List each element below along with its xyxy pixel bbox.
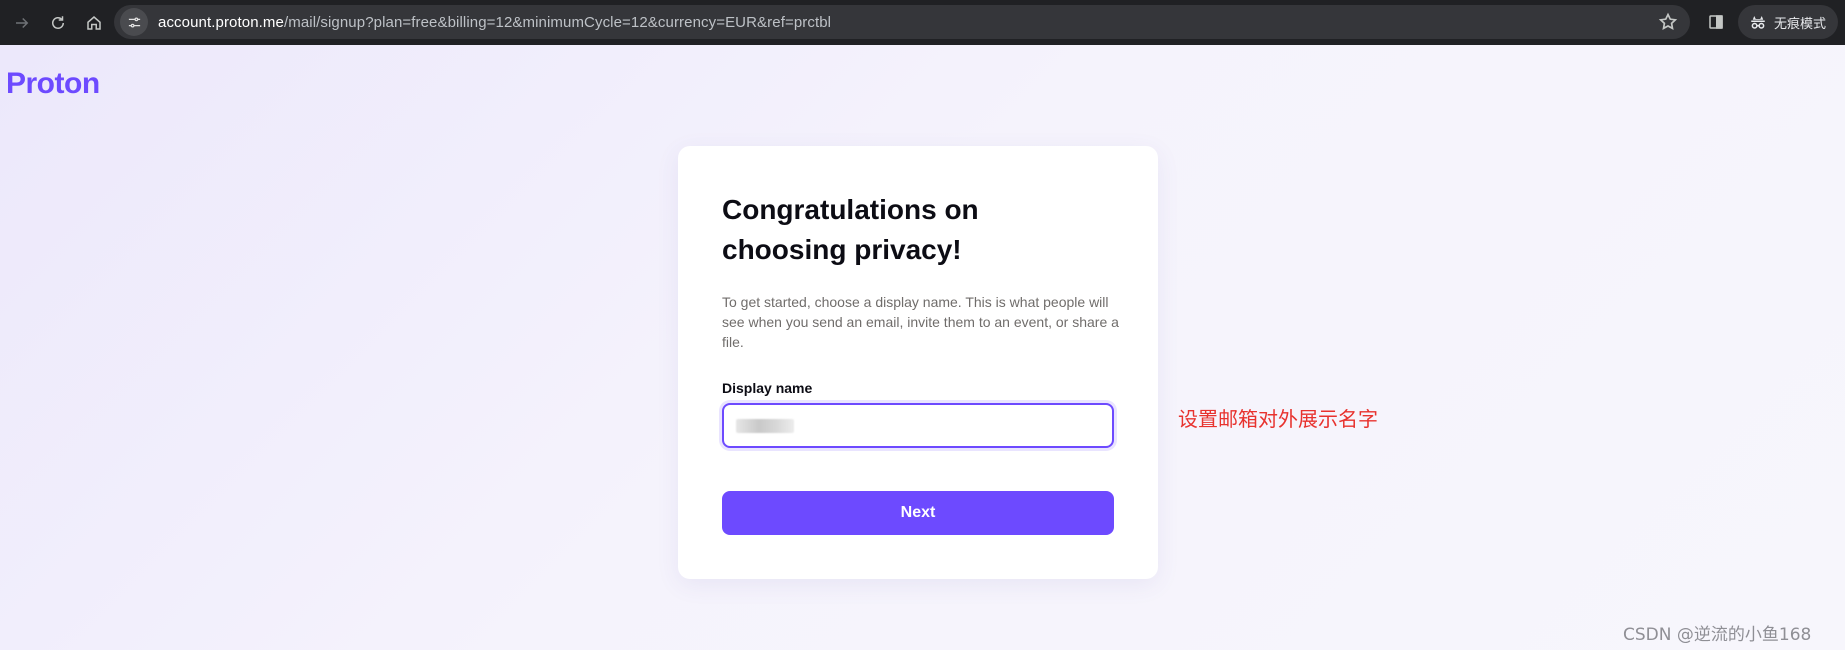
site-settings-button[interactable] [120, 8, 148, 36]
address-bar[interactable]: account.proton.me/mail/signup?plan=free&… [114, 5, 1690, 39]
site-settings-icon [128, 17, 140, 27]
incognito-icon [1751, 16, 1765, 29]
arrow-right-icon [16, 17, 29, 28]
side-panel-button[interactable] [1704, 10, 1728, 34]
address-url: account.proton.me/mail/signup?plan=free&… [158, 14, 831, 31]
page-title: Congratulations on choosing privacy! [722, 194, 979, 265]
bookmark-star-icon[interactable] [1658, 12, 1678, 32]
side-panel-icon [1709, 15, 1723, 29]
signup-page: Proton Congratulations on choosing priva… [0, 45, 1845, 650]
signup-card: Congratulations on choosing privacy! To … [678, 146, 1158, 579]
incognito-indicator[interactable]: 无痕模式 [1738, 5, 1838, 39]
description-text: To get started, choose a display name. T… [722, 294, 1119, 350]
reload-button[interactable] [44, 9, 72, 37]
home-button[interactable] [80, 9, 108, 37]
url-path: /mail/signup?plan=free&billing=12&minimu… [283, 13, 832, 31]
incognito-label: 无痕模式 [1774, 15, 1827, 31]
proton-logo[interactable]: Proton [6, 67, 100, 101]
display-name-label: Display name [722, 380, 813, 396]
watermark-text: CSDN @逆流的小鱼168 [1623, 625, 1812, 645]
display-name-input[interactable] [722, 403, 1114, 448]
redacted-display-name [736, 418, 794, 433]
home-icon [87, 15, 101, 30]
reload-icon [52, 15, 64, 29]
url-host: account.proton.me [158, 13, 284, 31]
forward-button[interactable] [8, 9, 36, 37]
annotation-text: 设置邮箱对外展示名字 [1178, 407, 1378, 431]
next-button[interactable]: Next [722, 491, 1114, 535]
browser-toolbar: account.proton.me/mail/signup?plan=free&… [0, 0, 1845, 45]
